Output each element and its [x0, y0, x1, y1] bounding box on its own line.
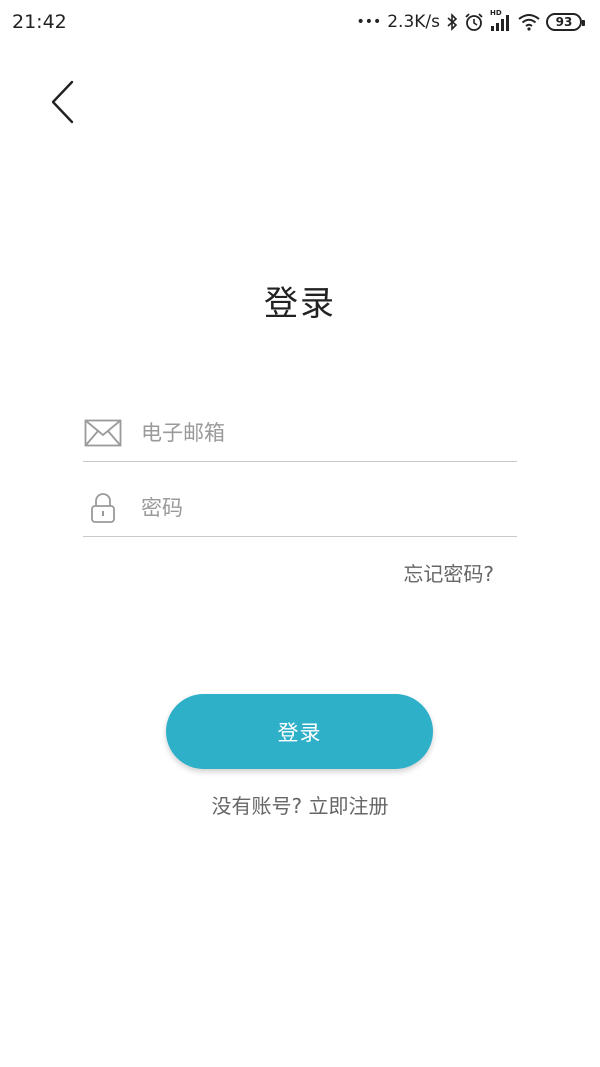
mail-icon: [83, 419, 123, 447]
password-field-row: [83, 479, 517, 537]
network-speed: 2.3K/s: [387, 12, 440, 32]
login-screen: 21:42 ••• 2.3K/s HD 93 登录 电子邮箱 忘记密码? 登录 …: [0, 0, 600, 1067]
password-input[interactable]: [141, 495, 517, 520]
more-dots: •••: [356, 14, 382, 30]
back-button[interactable]: [40, 78, 86, 126]
lock-icon: [83, 492, 123, 524]
email-input[interactable]: [141, 420, 517, 445]
hd-label: HD: [490, 9, 502, 17]
chevron-left-icon: [51, 80, 74, 124]
battery-icon: 93: [546, 13, 585, 31]
status-icons: ••• 2.3K/s HD 93: [356, 9, 585, 32]
register-link[interactable]: 没有账号? 立即注册: [0, 790, 600, 819]
status-bar: 21:42 ••• 2.3K/s HD 93: [0, 0, 600, 44]
login-button[interactable]: 登录: [166, 694, 433, 769]
signal-icon: HD: [490, 9, 512, 32]
wifi-icon: [518, 13, 540, 31]
status-time: 21:42: [12, 11, 67, 33]
bluetooth-icon: [446, 13, 458, 31]
alarm-icon: [464, 12, 484, 32]
email-field-row: [83, 404, 517, 462]
page-title: 登录: [264, 284, 336, 324]
forgot-password-link[interactable]: 忘记密码?: [403, 558, 494, 587]
